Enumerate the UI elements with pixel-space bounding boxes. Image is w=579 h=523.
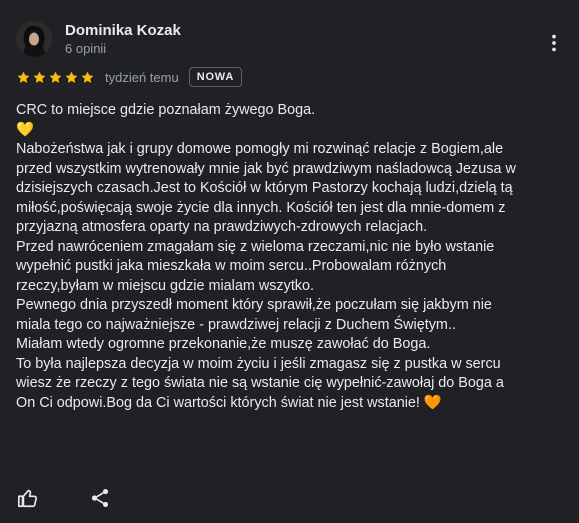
- review-line: miala tego co najważniejsze - prawdziwej…: [16, 316, 456, 333]
- star-icon: [81, 71, 94, 83]
- review-line: Miałam wtedy ogromne przekonanie,że musz…: [16, 336, 431, 352]
- review-line: dzisiejszych czasach.Jest to Kościół w k…: [16, 180, 513, 196]
- more-vert-icon: [552, 34, 556, 52]
- review-line: wiesz że rzeczy z tego świata nie są wst…: [16, 375, 504, 391]
- more-options-button[interactable]: [538, 27, 570, 59]
- review-line: Przed nawróceniem zmagałam się z wieloma…: [16, 238, 495, 255]
- avatar[interactable]: [16, 21, 52, 57]
- share-icon: [91, 489, 109, 507]
- review-line: To była najlepsza decyzja w moim życiu i…: [16, 355, 501, 372]
- star-icon: [33, 71, 46, 83]
- star-icon: [17, 71, 30, 83]
- review-line: przyjazną atmosfera oparty na prawdziwyc…: [16, 219, 428, 235]
- share-button[interactable]: [86, 484, 114, 512]
- review-line: 💛: [16, 121, 34, 138]
- star-icon: [65, 71, 78, 83]
- reviewer-name[interactable]: Dominika Kozak: [65, 21, 181, 41]
- review-line: On Ci odpowi.Bog da Ci wartości których …: [16, 394, 442, 411]
- new-badge: NOWA: [188, 67, 243, 87]
- review-line: Nabożeństwa jak i grupy domowe pomogły m…: [16, 141, 504, 157]
- review-date: tydzień temu: [105, 69, 179, 85]
- review-text: CRC to miejsce gdzie poznałam żywego Bog…: [16, 101, 564, 413]
- review-line: wypełnić pustki jaka mieszkała w moim se…: [16, 258, 447, 274]
- thumbs-up-icon: [18, 489, 38, 508]
- review-line: przed wszystkim wytrenowały mnie jak być…: [16, 160, 516, 177]
- review-count: 6 opinii: [65, 41, 107, 56]
- star-rating: [16, 70, 95, 85]
- review-line: CRC to miejsce gdzie poznałam żywego Bog…: [16, 102, 316, 118]
- review-line: rzeczy,byłam w miejscu gdzie mialam wszy…: [16, 277, 315, 294]
- like-button[interactable]: [14, 484, 42, 512]
- review-actions: [14, 484, 114, 512]
- review-line: Pewnego dnia przyszedł moment który spra…: [16, 297, 492, 313]
- review-line: miłość,poświęcają swoje życie dla innych…: [16, 199, 506, 216]
- review-meta: tydzień temu NOWA: [16, 67, 243, 87]
- star-icon: [49, 71, 62, 83]
